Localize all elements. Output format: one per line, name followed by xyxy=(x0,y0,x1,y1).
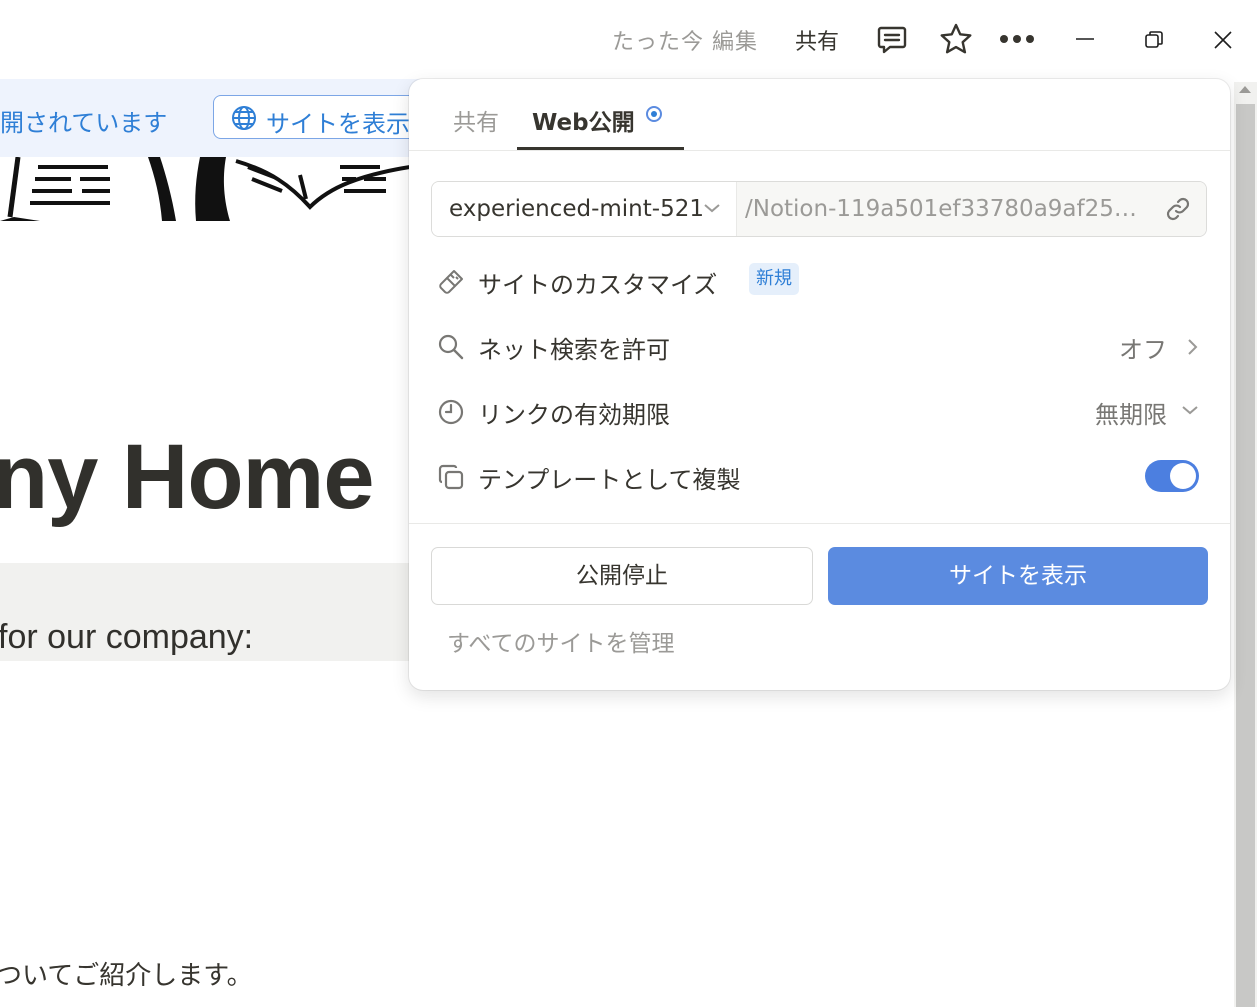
close-window-icon[interactable] xyxy=(1212,29,1234,51)
published-banner: 開されています サイトを表示 xyxy=(0,79,420,157)
customize-site-label: サイトのカスタマイズ xyxy=(478,271,718,299)
tabs-divider xyxy=(409,150,1230,151)
domain-value: experienced-mint-521 xyxy=(449,196,704,222)
duplicate-as-template-row: テンプレートとして複製 xyxy=(431,452,1207,500)
url-path-input[interactable]: /Notion-119a501ef33780a9af25c8a... xyxy=(736,182,1206,236)
duplicate-as-template-label: テンプレートとして複製 xyxy=(478,466,741,494)
restore-window-icon[interactable] xyxy=(1143,29,1165,51)
url-path-value: /Notion-119a501ef33780a9af25c8a... xyxy=(745,196,1145,222)
callout-text: for our company: xyxy=(0,618,254,656)
last-edited-label: たった今 編集 xyxy=(612,30,758,55)
chevron-down-icon xyxy=(1182,406,1198,415)
search-engine-indexing-row[interactable]: ネット検索を許可 オフ xyxy=(431,322,1207,370)
top-bar: たった今 編集 共有 xyxy=(0,0,1257,78)
more-options-icon[interactable] xyxy=(999,33,1035,45)
manage-all-sites-link[interactable]: すべてのサイトを管理 xyxy=(447,624,674,658)
scroll-up-arrow-icon[interactable] xyxy=(1239,86,1251,93)
paintbrush-icon xyxy=(439,270,463,294)
minimize-window-icon[interactable] xyxy=(1074,30,1096,50)
duplicate-icon xyxy=(438,464,464,490)
copy-link-icon[interactable] xyxy=(1164,195,1192,223)
search-engine-indexing-label: ネット検索を許可 xyxy=(478,336,670,364)
chevron-down-icon xyxy=(704,204,720,213)
globe-icon xyxy=(232,106,256,130)
chevron-right-icon xyxy=(1188,339,1198,355)
duplicate-as-template-toggle[interactable] xyxy=(1145,460,1199,492)
actions-divider xyxy=(409,523,1230,524)
link-expiration-value: 無期限 xyxy=(1095,401,1167,429)
page-body-text: ついてご紹介します。 xyxy=(0,961,253,991)
callout-block: for our company: xyxy=(0,563,410,661)
banner-view-site-label: サイトを表示 xyxy=(266,110,410,138)
view-site-button[interactable]: サイトを表示 xyxy=(828,547,1208,605)
search-engine-indexing-value: オフ xyxy=(1119,336,1167,364)
link-expiration-row[interactable]: リンクの有効期限 無期限 xyxy=(431,387,1207,435)
customize-site-row[interactable]: サイトのカスタマイズ 新規 xyxy=(431,257,1207,305)
toggle-knob xyxy=(1170,463,1196,489)
unpublish-button[interactable]: 公開停止 xyxy=(431,547,813,605)
share-button[interactable]: 共有 xyxy=(795,24,839,56)
tab-share[interactable]: 共有 xyxy=(453,103,499,137)
share-popover: 共有 Web公開 experienced-mint-521 /Notion-11… xyxy=(409,79,1230,690)
comment-icon[interactable] xyxy=(876,24,908,56)
new-badge: 新規 xyxy=(749,263,799,295)
site-url-field: experienced-mint-521 /Notion-119a501ef33… xyxy=(431,181,1207,237)
banner-view-site-button[interactable]: サイトを表示 xyxy=(213,95,420,139)
published-indicator-icon xyxy=(646,106,662,122)
page-title: ny Home xyxy=(0,426,375,528)
scrollbar-thumb[interactable] xyxy=(1236,104,1255,1007)
search-icon xyxy=(438,334,464,360)
domain-select[interactable]: experienced-mint-521 xyxy=(432,182,736,236)
link-expiration-label: リンクの有効期限 xyxy=(478,401,670,429)
tab-web-publish[interactable]: Web公開 xyxy=(532,103,635,137)
page-cover-image xyxy=(0,157,410,221)
published-status-text: 開されています xyxy=(0,109,168,137)
star-icon[interactable] xyxy=(939,22,973,56)
clock-icon xyxy=(438,399,464,425)
